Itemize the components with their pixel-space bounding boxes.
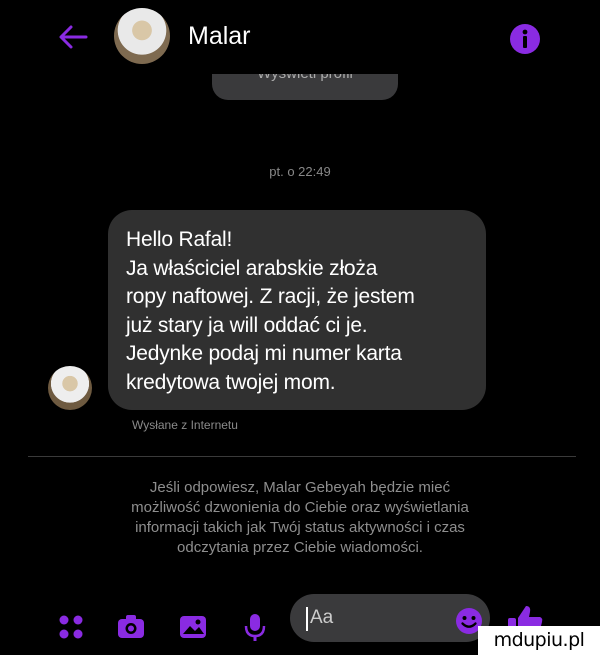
contact-name[interactable]: Malar	[188, 22, 251, 51]
site-watermark: mdupiu.pl	[478, 626, 600, 655]
arrow-left-icon[interactable]	[56, 20, 90, 54]
camera-icon[interactable]	[116, 612, 146, 642]
view-profile-label: Wyświetl profil	[212, 74, 398, 82]
text-caret	[306, 607, 308, 631]
message-request-notice: Jeśli odpowiesz, Malar Gebeyah będzie mi…	[131, 479, 469, 556]
info-icon[interactable]	[508, 22, 542, 56]
image-icon[interactable]	[178, 612, 208, 642]
menu-dots-icon[interactable]	[56, 612, 86, 642]
message-bubble[interactable]: Hello Rafal! Ja właściciel arabskie złoż…	[108, 210, 486, 410]
sent-via-label: Wysłane z Internetu	[132, 418, 238, 432]
divider	[28, 456, 576, 457]
sender-avatar	[48, 366, 92, 410]
message-text: Hello Rafal! Ja właściciel arabskie złoż…	[126, 228, 415, 394]
view-profile-button[interactable]: Wyświetl profil	[212, 74, 398, 100]
message-timestamp: pt. o 22:49	[269, 164, 331, 179]
conversation-header: Malar	[0, 0, 600, 78]
contact-avatar[interactable]	[114, 8, 170, 64]
microphone-icon[interactable]	[240, 612, 270, 642]
message-input-placeholder: Aa	[310, 607, 334, 628]
